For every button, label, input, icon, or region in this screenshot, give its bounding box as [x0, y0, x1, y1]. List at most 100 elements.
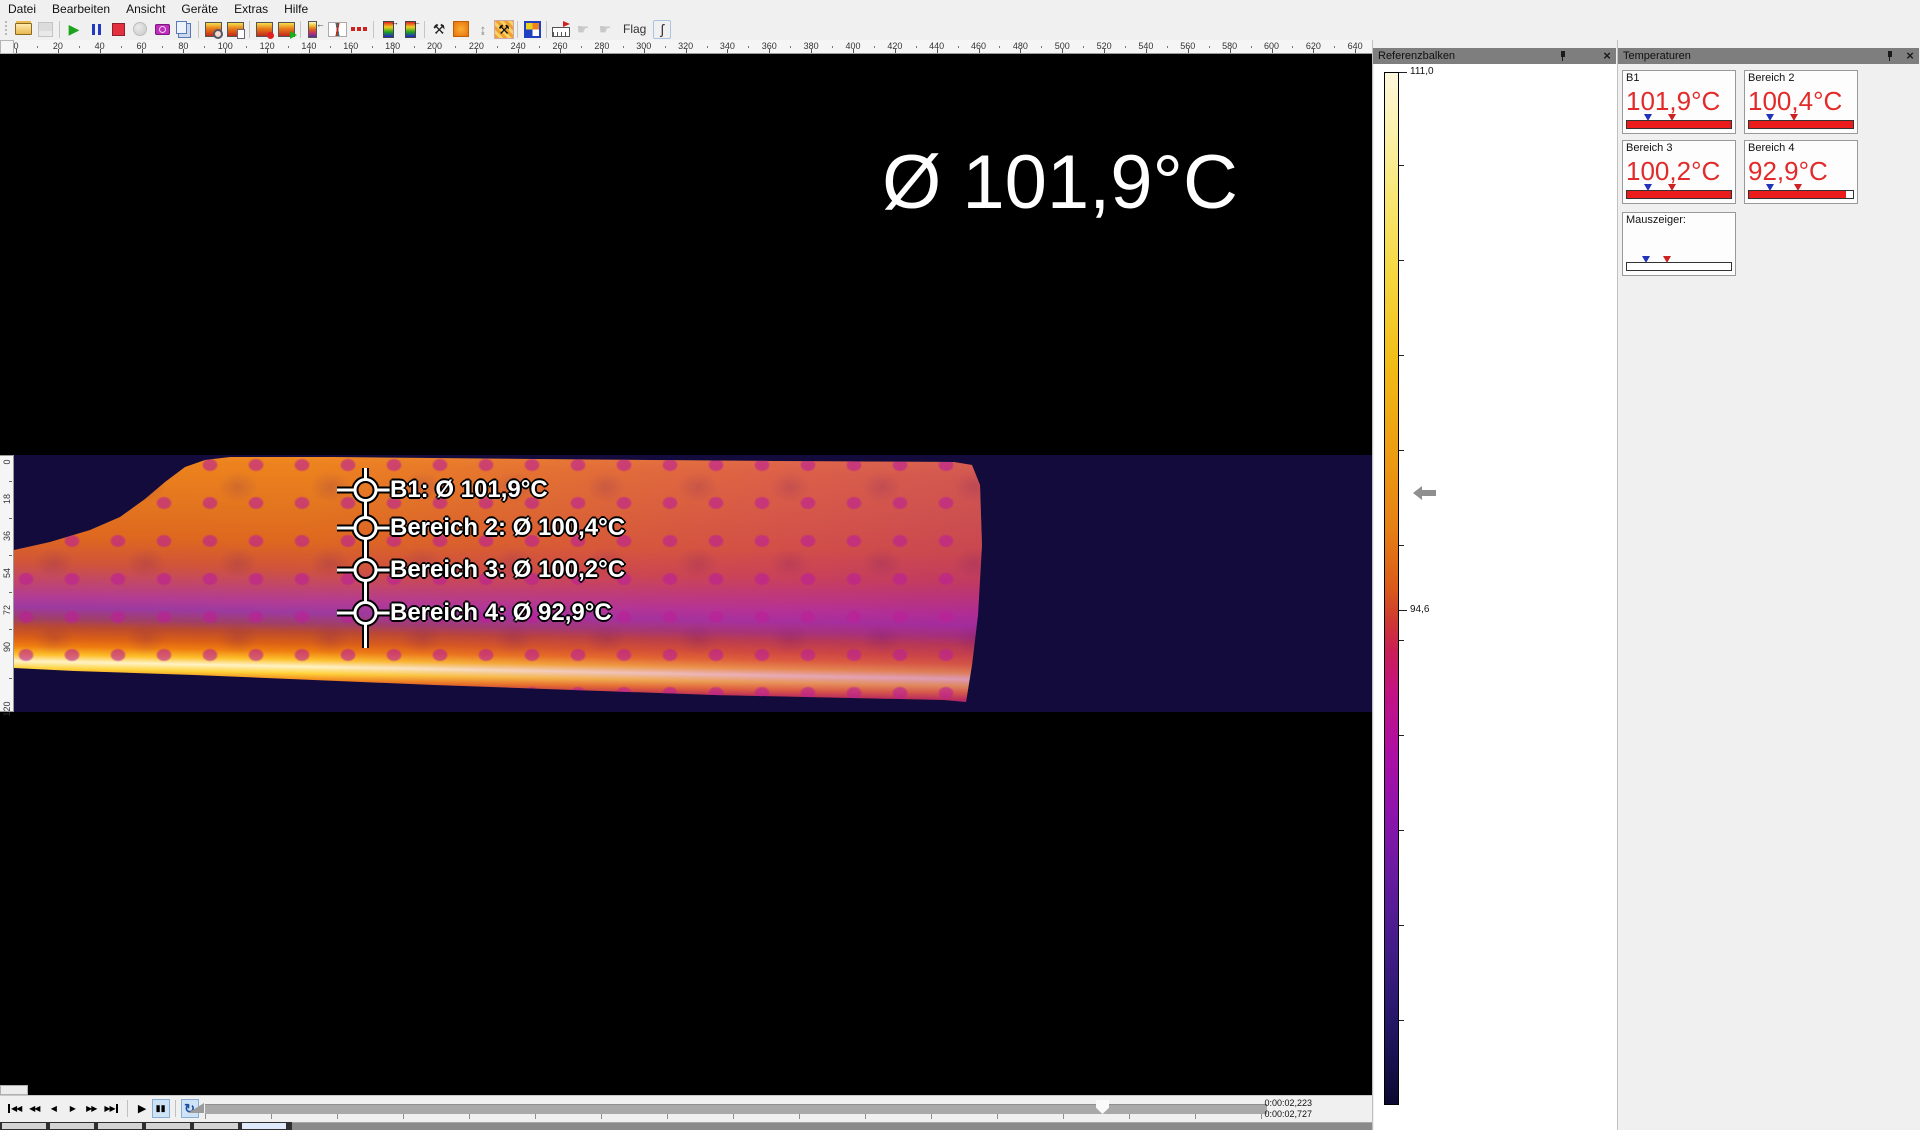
close-icon[interactable]: × [1903, 48, 1917, 64]
ruler-minor-tick [372, 46, 373, 48]
menu-item-hilfe[interactable]: Hilfe [276, 1, 316, 17]
close-icon[interactable]: × [1600, 48, 1614, 64]
bottom-tab[interactable] [146, 1123, 190, 1129]
ruler-tick [435, 49, 436, 53]
play-capture-icon[interactable]: ▶ [63, 19, 85, 39]
ruler-minor-tick [832, 46, 833, 48]
measurement-label-bereich3[interactable]: Bereich 3: Ø 100,2°C [390, 555, 625, 585]
colorbar-tick [1399, 640, 1404, 641]
stop-capture-icon[interactable] [107, 19, 129, 39]
play-button-glyph: ▶ [138, 1102, 145, 1115]
temperature-tile-bereich3[interactable]: Bereich 3 100,2°C [1622, 140, 1736, 204]
ruler-tick [183, 49, 184, 53]
ruler-minor-tick [414, 46, 415, 48]
image-copy-icon[interactable] [224, 19, 246, 39]
first-frame-button[interactable]: ◀◀ [4, 1099, 24, 1118]
menu-item-ansicht[interactable]: Ansicht [118, 1, 173, 17]
scrollbar-stub[interactable] [0, 1085, 28, 1095]
timestamps: 0:00:02,223 0:00:02,727 [1220, 1098, 1312, 1120]
ruler-tick [16, 49, 17, 53]
colorbar-tick [1399, 1020, 1404, 1021]
image-delete-icon[interactable] [253, 19, 275, 39]
bottom-tab[interactable] [194, 1123, 238, 1129]
send-hand-icon-glyph: ☛ [599, 22, 612, 36]
copy-icon[interactable] [173, 19, 195, 39]
play-capture-icon-glyph: ▶ [69, 22, 80, 36]
palette-colorbar[interactable] [1384, 72, 1399, 1105]
temperature-tile-b1[interactable]: B1 101,9°C [1622, 70, 1736, 134]
menu-item-extras[interactable]: Extras [226, 1, 276, 17]
thermal-range-icon[interactable] [450, 19, 472, 39]
isotherm-dashes-icon[interactable] [348, 19, 370, 39]
ruler-tick [1188, 49, 1189, 53]
toolbar-separator [373, 21, 374, 38]
play-button[interactable]: ▶ [133, 1099, 151, 1118]
reference-bar-panel [1372, 40, 1617, 1130]
palette-tools-icon[interactable]: ⚒ [494, 20, 514, 39]
tools-icon[interactable]: ⚒ [428, 19, 450, 39]
mouse-pointer-tile[interactable]: Mauszeiger: [1622, 212, 1736, 276]
measurement-label-b1[interactable]: B1: Ø 101,9°C [390, 475, 548, 505]
ruler-minor-tick [9, 592, 12, 593]
tile-value: 92,9°C [1748, 156, 1828, 187]
ruler-minor-tick [916, 46, 917, 48]
ruler-minor-tick [1251, 46, 1252, 48]
pin-icon[interactable] [1885, 51, 1895, 61]
previous-frame-button[interactable]: ◀ [44, 1099, 62, 1118]
level-adjust-icon[interactable]: ↨ [472, 19, 494, 39]
ruler-tick [58, 49, 59, 53]
bottom-tab[interactable] [242, 1123, 286, 1129]
thermal-image-canvas[interactable]: Ø 101,9°C [0, 54, 1372, 1095]
snapshot-camera-icon[interactable] [151, 19, 173, 39]
ruler-label: 18 [0, 484, 14, 514]
horizontal-ruler: 0204060801001201401601802002202402602803… [14, 40, 1372, 54]
palette-shift-left-icon[interactable]: ← [399, 19, 421, 39]
measure-ruler-icon[interactable] [550, 19, 572, 39]
pause-capture-icon[interactable] [85, 19, 107, 39]
ruler-tick [100, 49, 101, 53]
measurement-label-bereich4[interactable]: Bereich 4: Ø 92,9°C [390, 598, 612, 628]
ruler-tick [1355, 49, 1356, 53]
brace-tool-icon[interactable]: ʃ [653, 20, 671, 39]
toolbar-separator [300, 21, 301, 38]
pin-icon[interactable] [1558, 51, 1568, 61]
last-frame-button[interactable]: ▶▶ [101, 1099, 121, 1118]
palette-import-icon[interactable] [304, 19, 326, 39]
layout-grid-icon[interactable] [521, 19, 543, 39]
bottom-tab[interactable] [2, 1123, 46, 1129]
menu-item-bearbeiten[interactable]: Bearbeiten [44, 1, 118, 17]
ruler-minor-tick [1334, 46, 1335, 48]
profile-curves-icon[interactable] [326, 19, 348, 39]
level-arrow-icon[interactable] [1413, 486, 1437, 500]
open-file-icon[interactable] [12, 19, 34, 39]
toolbar-grip [3, 21, 9, 37]
ruler-tick [393, 49, 394, 53]
average-temperature-readout: Ø 101,9°C [830, 138, 1290, 228]
thermal-image-strip[interactable]: B1: Ø 101,9°C Bereich 2: Ø 100,4°C Berei… [14, 455, 1372, 712]
temperature-tile-bereich4[interactable]: Bereich 4 92,9°C [1744, 140, 1858, 204]
temperature-bar [1626, 120, 1732, 129]
ruler-minor-tick [330, 46, 331, 48]
next-frame-button[interactable]: ▶ [63, 1099, 81, 1118]
image-zoom-icon[interactable] [202, 19, 224, 39]
ruler-tick [1230, 49, 1231, 53]
ruler-tick [853, 49, 854, 53]
flag-button[interactable]: Flag [616, 19, 653, 39]
pause-button[interactable]: ▮▮ [152, 1099, 170, 1118]
ruler-minor-tick [874, 46, 875, 48]
ruler-minor-tick [121, 46, 122, 48]
bottom-tab[interactable] [98, 1123, 142, 1129]
bottom-tab[interactable] [50, 1123, 94, 1129]
measurement-label-bereich2[interactable]: Bereich 2: Ø 100,4°C [390, 513, 625, 543]
palette-tools-icon-glyph: ⚒ [498, 23, 510, 36]
menu-item-datei[interactable]: Datei [0, 1, 44, 17]
temperature-tile-bereich2[interactable]: Bereich 2 100,4°C [1744, 70, 1858, 134]
ruler-tick [1146, 49, 1147, 53]
fast-forward-button[interactable]: ▶▶ [82, 1099, 100, 1118]
rewind-button[interactable]: ◀◀ [25, 1099, 43, 1118]
pause-button-glyph: ▮▮ [156, 1103, 166, 1114]
menu-item-geräte[interactable]: Geräte [173, 1, 226, 17]
ruler-minor-tick [455, 46, 456, 48]
image-play-icon[interactable] [275, 19, 297, 39]
palette-shift-right-icon[interactable]: → [377, 19, 399, 39]
